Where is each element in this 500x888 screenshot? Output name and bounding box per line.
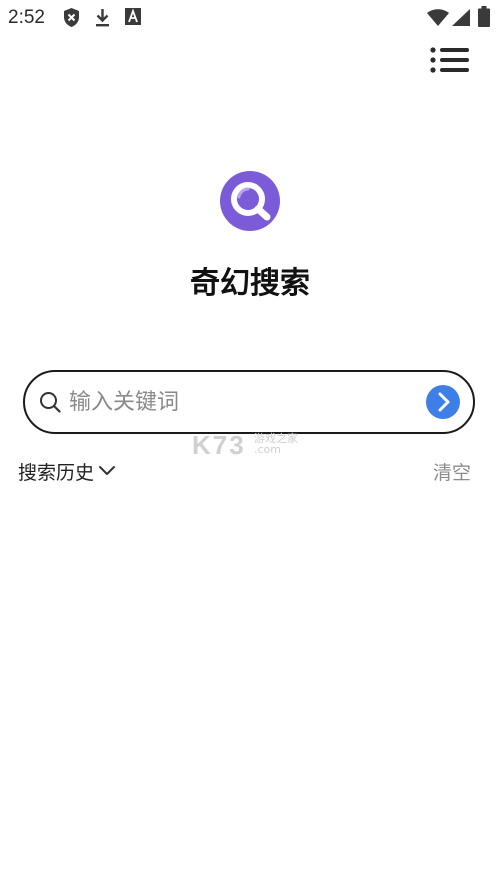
- list-menu-icon: [430, 47, 469, 73]
- menu-button[interactable]: [428, 46, 472, 80]
- clear-history-button[interactable]: 清空: [433, 458, 471, 485]
- search-box[interactable]: [23, 370, 475, 434]
- shield-x-icon: [64, 8, 79, 27]
- battery-icon: [478, 6, 490, 27]
- search-icon: [40, 392, 61, 413]
- watermark: K73 游戏之家 .com: [192, 430, 312, 460]
- cellular-signal-icon: [452, 9, 470, 26]
- magnifier-logo-icon: [220, 171, 280, 231]
- watermark-brand: K73: [192, 430, 246, 460]
- status-bar: 2:52: [0, 0, 500, 36]
- watermark-line2: .com: [254, 443, 281, 456]
- search-history-toggle[interactable]: 搜索历史: [18, 458, 116, 484]
- a-box-icon: [125, 8, 141, 25]
- chevron-down-icon: [99, 466, 116, 475]
- search-submit-button[interactable]: [426, 385, 460, 419]
- status-time: 2:52: [8, 7, 45, 28]
- chevron-right-icon: [438, 392, 450, 412]
- search-input[interactable]: [69, 382, 409, 422]
- download-icon: [96, 9, 109, 27]
- app-title: 奇幻搜索: [190, 266, 310, 301]
- wifi-icon: [427, 9, 449, 26]
- search-history-label: 搜索历史: [18, 461, 95, 484]
